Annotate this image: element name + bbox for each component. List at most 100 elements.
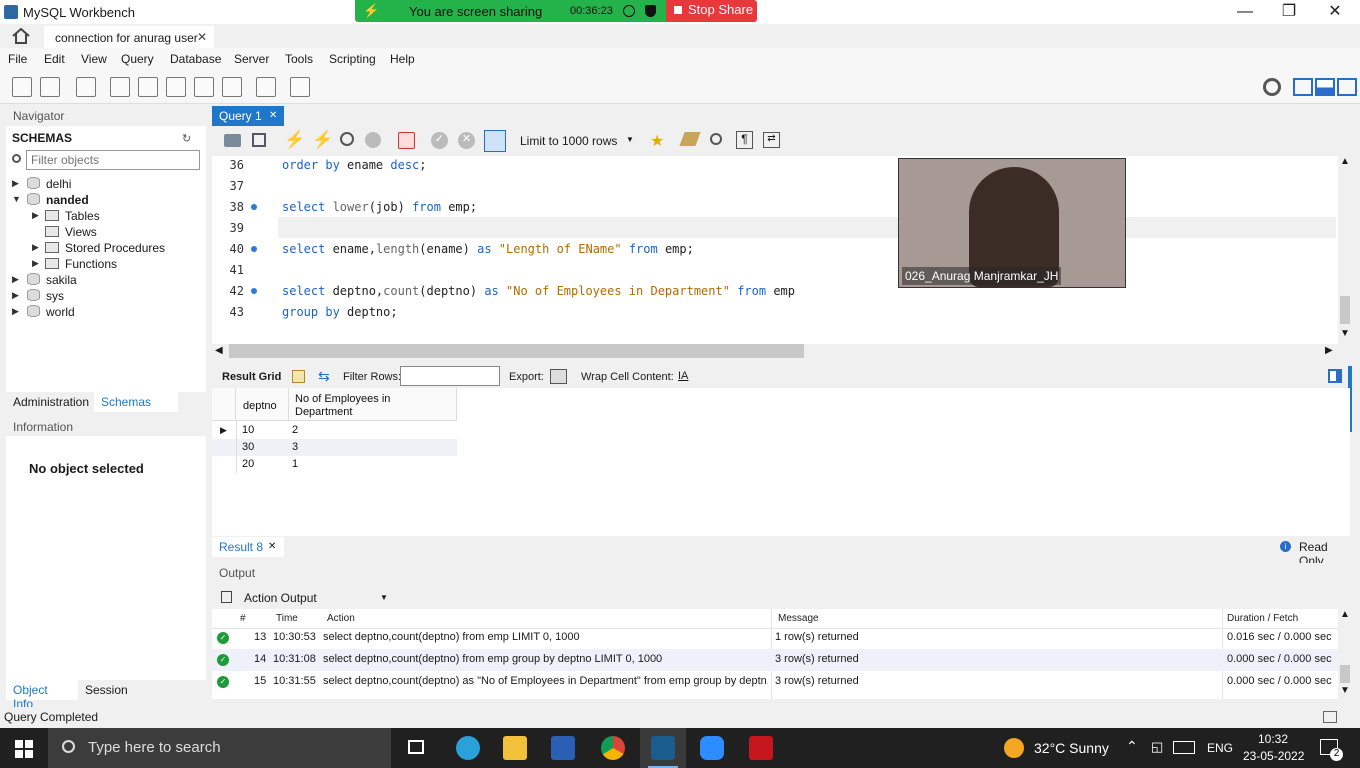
grid-view-icon[interactable] — [292, 370, 305, 383]
output-row[interactable]: ✓ 14 10:31:08 select deptno,count(deptno… — [212, 649, 1338, 671]
toggle-error-icon[interactable] — [398, 132, 415, 149]
home-icon[interactable] — [12, 28, 30, 44]
invisible-chars-icon[interactable]: ¶ — [736, 131, 753, 149]
find-icon[interactable] — [710, 133, 722, 145]
expand-arrow-icon[interactable]: ▶ — [32, 242, 39, 253]
tree-item-delhi[interactable]: ▶ delhi — [10, 176, 200, 192]
scroll-up-icon[interactable]: ▲ — [1340, 156, 1350, 167]
close-tab-icon[interactable]: ✕ — [197, 30, 207, 44]
scroll-down-icon[interactable]: ▼ — [1340, 328, 1350, 339]
scroll-up-icon[interactable]: ▲ — [1340, 609, 1350, 620]
menu-view[interactable]: View — [81, 52, 107, 66]
limit-rows-select[interactable]: Limit to 1000 rows ▼ — [514, 132, 638, 150]
toggle-secondary-sidebar-icon[interactable] — [1337, 78, 1357, 96]
expand-arrow-icon[interactable]: ▶ — [32, 210, 39, 221]
toggle-sidebar-icon[interactable] — [1293, 78, 1313, 96]
cell-deptno[interactable]: 20 — [242, 458, 254, 470]
status-panel-icon[interactable] — [1323, 711, 1337, 723]
file-explorer-icon[interactable] — [503, 736, 527, 760]
action-output-select[interactable]: Action Output ▼ — [240, 588, 390, 608]
menu-help[interactable]: Help — [390, 52, 415, 66]
tab-object-info[interactable]: Object Info — [6, 680, 78, 711]
save-icon[interactable] — [252, 133, 266, 147]
output-vertical-scrollbar[interactable]: ▲ ▼ — [1338, 609, 1352, 699]
cell-deptno[interactable]: 10 — [242, 424, 254, 436]
tree-item-views[interactable]: Views — [10, 224, 200, 240]
cell-deptno[interactable]: 30 — [242, 441, 254, 453]
menu-tools[interactable]: Tools — [285, 52, 313, 66]
cell-count[interactable]: 1 — [292, 458, 298, 470]
settings-gear-icon[interactable] — [1263, 78, 1281, 96]
autocommit-icon[interactable] — [484, 130, 506, 152]
output-row[interactable]: ✓ 15 10:31:55 select deptno,count(deptno… — [212, 671, 1338, 693]
tab-session[interactable]: Session — [78, 680, 148, 700]
editor-vertical-scrollbar[interactable]: ▲ ▼ — [1338, 156, 1352, 344]
result-tab[interactable]: Result 8 ✕ — [212, 537, 284, 557]
create-function-icon[interactable] — [222, 77, 242, 97]
export-icon[interactable] — [550, 369, 567, 384]
filter-rows-input[interactable] — [400, 366, 500, 386]
column-header-employees[interactable]: No of Employees in Department — [295, 393, 415, 419]
weather-text[interactable]: 32°C Sunny — [1034, 740, 1109, 756]
output-table[interactable]: # Time Action Message Duration / Fetch ✓… — [212, 609, 1338, 699]
create-schema-icon[interactable] — [110, 77, 130, 97]
connection-tab[interactable]: connection for anurag user ✕ — [44, 26, 214, 48]
collapse-arrow-icon[interactable]: ▼ — [12, 194, 21, 204]
editor-horizontal-scrollbar[interactable]: ◀ ▶ — [212, 344, 1340, 358]
scrollbar-thumb[interactable] — [1340, 665, 1350, 683]
execute-current-icon[interactable]: ⚡ — [312, 130, 333, 150]
commit-icon[interactable]: ✓ — [431, 132, 448, 149]
expand-arrow-icon[interactable]: ▶ — [12, 290, 19, 301]
output-row[interactable]: ✓ 13 10:30:53 select deptno,count(deptno… — [212, 627, 1338, 649]
reconnect-icon[interactable] — [290, 77, 310, 97]
clock-time[interactable]: 10:32 — [1258, 732, 1288, 746]
rollback-icon[interactable]: ✕ — [458, 132, 475, 149]
copy-icon[interactable] — [221, 591, 232, 603]
menu-database[interactable]: Database — [170, 52, 221, 66]
beautify-icon[interactable] — [679, 132, 701, 146]
filter-objects-input[interactable] — [26, 150, 200, 170]
close-button[interactable]: ✕ — [1312, 0, 1358, 24]
language-indicator[interactable]: ENG — [1207, 741, 1233, 755]
table-row[interactable]: 30 3 — [212, 439, 457, 456]
create-procedure-icon[interactable] — [194, 77, 214, 97]
add-snippet-star-icon[interactable]: ★ — [650, 131, 664, 151]
cell-count[interactable]: 3 — [292, 441, 298, 453]
expand-arrow-icon[interactable]: ▶ — [12, 306, 19, 317]
close-tab-icon[interactable]: ✕ — [269, 110, 277, 121]
zoom-icon[interactable] — [700, 736, 724, 760]
scroll-down-icon[interactable]: ▼ — [1340, 685, 1350, 696]
minimize-button[interactable]: — — [1222, 0, 1268, 24]
taskbar-search-box[interactable]: Type here to search — [48, 728, 391, 768]
execute-icon[interactable]: ⚡ — [284, 130, 305, 150]
open-file-icon[interactable] — [224, 134, 241, 147]
scrollbar-thumb[interactable] — [229, 344, 804, 358]
chrome-icon[interactable] — [601, 736, 625, 760]
menu-edit[interactable]: Edit — [44, 52, 65, 66]
tree-item-nanded[interactable]: ▼ nanded — [10, 192, 200, 208]
inspector-icon[interactable] — [76, 77, 96, 97]
close-tab-icon[interactable]: ✕ — [268, 541, 276, 552]
clock-date[interactable]: 23-05-2022 — [1243, 749, 1304, 763]
sql-editor[interactable]: 36 37 38 39 40 41 42 43 order by ename d… — [212, 156, 1352, 344]
maximize-button[interactable]: ❐ — [1266, 0, 1312, 24]
search-table-data-icon[interactable] — [256, 77, 276, 97]
wifi-icon[interactable]: ◱ — [1151, 739, 1163, 755]
tree-item-tables[interactable]: ▶ Tables — [10, 208, 200, 224]
stop-share-button[interactable]: Stop Share — [666, 0, 757, 22]
column-header-deptno[interactable]: deptno — [243, 400, 277, 412]
word-icon[interactable] — [551, 736, 575, 760]
menu-server[interactable]: Server — [234, 52, 269, 66]
scrollbar-thumb[interactable] — [1340, 296, 1350, 324]
scroll-left-icon[interactable]: ◀ — [215, 345, 223, 356]
scroll-right-icon[interactable]: ▶ — [1325, 345, 1333, 356]
tree-item-stored-procedures[interactable]: ▶ Stored Procedures — [10, 240, 200, 256]
wrap-cell-icon[interactable]: IA — [678, 370, 688, 382]
new-sql-tab-icon[interactable] — [12, 77, 32, 97]
refresh-schemas-icon[interactable]: ↻ — [182, 132, 191, 145]
result-panel-toggle-icon[interactable] — [1328, 369, 1342, 383]
cell-count[interactable]: 2 — [292, 424, 298, 436]
pause-icon[interactable] — [623, 5, 635, 17]
result-grid[interactable]: deptno No of Employees in Department ▶ 1… — [212, 388, 1350, 536]
chevron-up-icon[interactable]: ⌃ — [1126, 738, 1138, 755]
